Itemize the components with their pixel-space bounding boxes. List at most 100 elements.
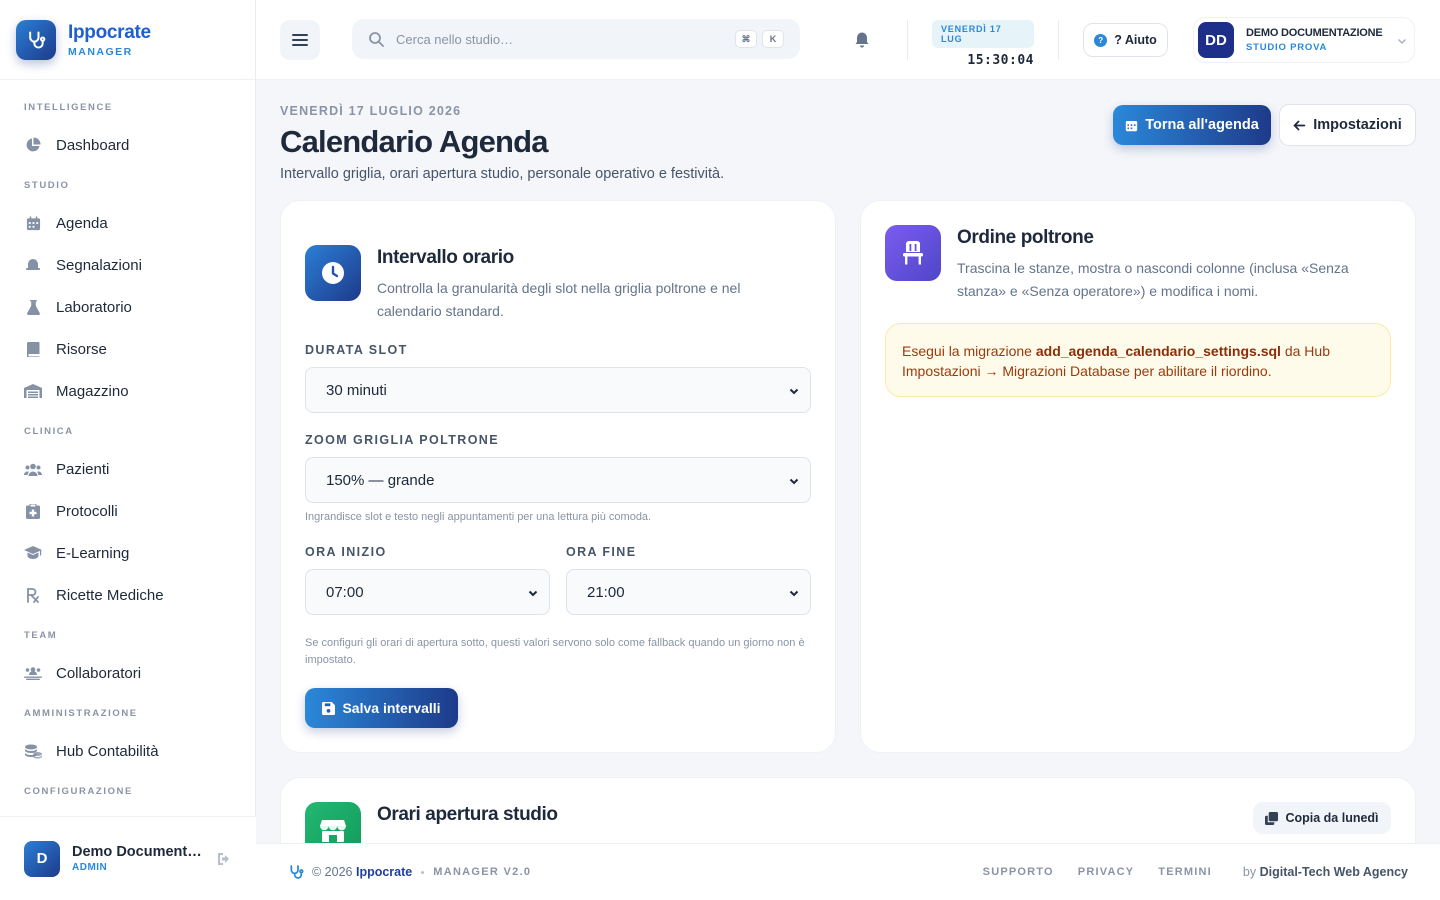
alert-text: Esegui la migrazione [902,343,1036,359]
help-button[interactable]: ? ? Aiuto [1083,23,1168,57]
chairs-card-title: Ordine poltrone [957,227,1094,248]
prescription-icon [24,586,42,604]
avatar: D [24,840,60,877]
nav-section-title: CONFIGURAZIONE [24,786,133,797]
chevron-down-icon [788,586,800,598]
nav-section-title: AMMINISTRAZIONE [24,708,138,719]
sidebar-item-magazzino[interactable]: Magazzino [0,370,255,412]
nav-section-title: INTELLIGENCE [24,102,113,113]
sidebar-item-protocolli[interactable]: Protocolli [0,490,255,532]
brand[interactable]: Ippocrate MANAGER [0,0,255,80]
sidebar-item-label: Agenda [56,214,108,232]
graduation-cap-icon [24,544,42,562]
hamburger-icon [292,34,308,46]
settings-button[interactable]: Impostazioni [1279,104,1416,146]
coins-icon [24,742,42,760]
start-time-select[interactable]: 07:00 [305,569,550,615]
clock-date: VENERDÌ 17 LUG [932,20,1034,48]
sidebar-item-ricette-mediche[interactable]: Ricette Mediche [0,574,255,616]
shortcut-key: K [762,30,784,48]
sidebar-item-label: Pazienti [56,460,110,478]
zoom-hint: Ingrandisce slot e testo negli appuntame… [305,511,652,523]
divider [1058,20,1059,60]
search-icon [368,31,384,47]
sidebar-item-segnalazioni[interactable]: Segnalazioni [0,244,255,286]
interval-card: Intervallo orario Controlla la granulari… [280,200,836,753]
warehouse-icon [24,382,42,400]
copy-from-monday-label: Copia da lunedì [1285,811,1379,825]
chevron-down-icon [788,474,800,486]
sidebar-item-label: Dashboard [56,136,130,154]
sidebar-item-e-learning[interactable]: E-Learning [0,532,255,574]
chevron-down-icon [788,384,800,396]
slot-duration-select[interactable]: 30 minuti [305,367,811,413]
sidebar-item-label: Magazzino [56,382,129,400]
footer-agency-link[interactable]: Digital-Tech Web Agency [1260,865,1408,879]
separator-dot [421,870,425,874]
chairs-order-card: Ordine poltrone Trascina le stanze, most… [860,200,1416,753]
migration-alert: Esegui la migrazione add_agenda_calendar… [885,323,1391,397]
sidebar-item-label: Risorse [56,340,107,358]
sidebar-item-dashboard[interactable]: Dashboard [0,124,255,166]
user-name: DEMO DOCUMENTAZIONE [1246,27,1383,39]
nav-section-title: CLINICA [24,426,74,437]
slot-duration-value: 30 minuti [326,381,387,399]
brand-subtitle: MANAGER [68,45,133,58]
chair-icon [885,225,941,281]
footer-link-privacy[interactable]: PRIVACY [1078,866,1134,878]
copy-from-monday-button[interactable]: Copia da lunedì [1253,802,1391,834]
end-time-select[interactable]: 21:00 [566,569,811,615]
sidebar-item-hub-contabilita[interactable]: Hub Contabilità [0,730,255,772]
footer-brand: Ippocrate [355,865,413,879]
footer-link-support[interactable]: SUPPORTO [983,866,1054,878]
sidebar-item-label: Ricette Mediche [56,586,164,604]
interval-card-title: Intervallo orario [377,247,514,268]
end-time-value: 21:00 [587,583,625,601]
help-icon: ? [1094,33,1108,47]
opening-hours-title: Orari apertura studio [377,804,558,825]
nav-section-title: STUDIO [24,180,70,191]
start-time-value: 07:00 [326,583,364,601]
sidebar-item-laboratorio[interactable]: Laboratorio [0,286,255,328]
save-icon [322,701,336,715]
stethoscope-icon [16,19,56,60]
notification-bell-icon[interactable] [853,31,871,49]
back-to-agenda-button[interactable]: Torna all'agenda [1113,105,1271,145]
save-intervals-label: Salva intervalli [342,700,441,716]
sidebar-item-risorse[interactable]: Risorse [0,328,255,370]
menu-toggle-button[interactable] [280,20,320,60]
chart-pie-icon [24,136,42,154]
page-title: Calendario Agenda [280,124,549,159]
fallback-hint: Se configuri gli orari di apertura sotto… [305,637,805,666]
sidebar-item-label: Laboratorio [56,298,132,316]
sidebar-item-pazienti[interactable]: Pazienti [0,448,255,490]
search-input[interactable]: Cerca nello studio… ⌘ K [352,19,800,59]
clock-time: 15:30:04 [967,53,1034,68]
page-date: VENERDÌ 17 LUGLIO 2026 [280,104,462,118]
clock: VENERDÌ 17 LUG 15:30:04 [932,20,1034,68]
alert-migration-file: add_agenda_calendario_settings.sql [1035,343,1281,359]
sidebar-item-collaboratori[interactable]: Collaboratori [0,652,255,694]
arrow-left-icon [1293,119,1306,132]
copyright-text: © 2026 [312,865,356,879]
sidebar-item-label: Protocolli [56,502,118,520]
brand-name: Ippocrate [68,21,151,43]
footer-link-terms[interactable]: TERMINI [1158,866,1212,878]
calendar-icon [24,214,42,232]
interval-card-description: Controlla la granularità degli slot nell… [377,280,741,319]
logout-icon[interactable] [216,851,232,867]
sidebar-item-agenda[interactable]: Agenda [0,202,255,244]
save-intervals-button[interactable]: Salva intervalli [305,688,458,728]
calendar-icon [1125,119,1138,132]
sidebar-item-label: Collaboratori [56,664,142,682]
user-menu[interactable]: DD DEMO DOCUMENTAZIONE STUDIO PROVA [1193,17,1415,63]
avatar: DD [1198,22,1234,58]
footer-credit: by Digital-Tech Web Agency [1243,865,1408,879]
zoom-select[interactable]: 150% — grande [305,457,811,503]
footer-version: MANAGER V2.0 [433,866,532,878]
topbar: Cerca nello studio… ⌘ K VENERDÌ 17 LUG 1… [256,0,1440,80]
sidebar-user-role: ADMIN [72,862,108,873]
clipboard-icon [24,502,42,520]
book-icon [24,340,42,358]
sidebar-user: D Demo Documentazione ADMIN [0,816,256,900]
